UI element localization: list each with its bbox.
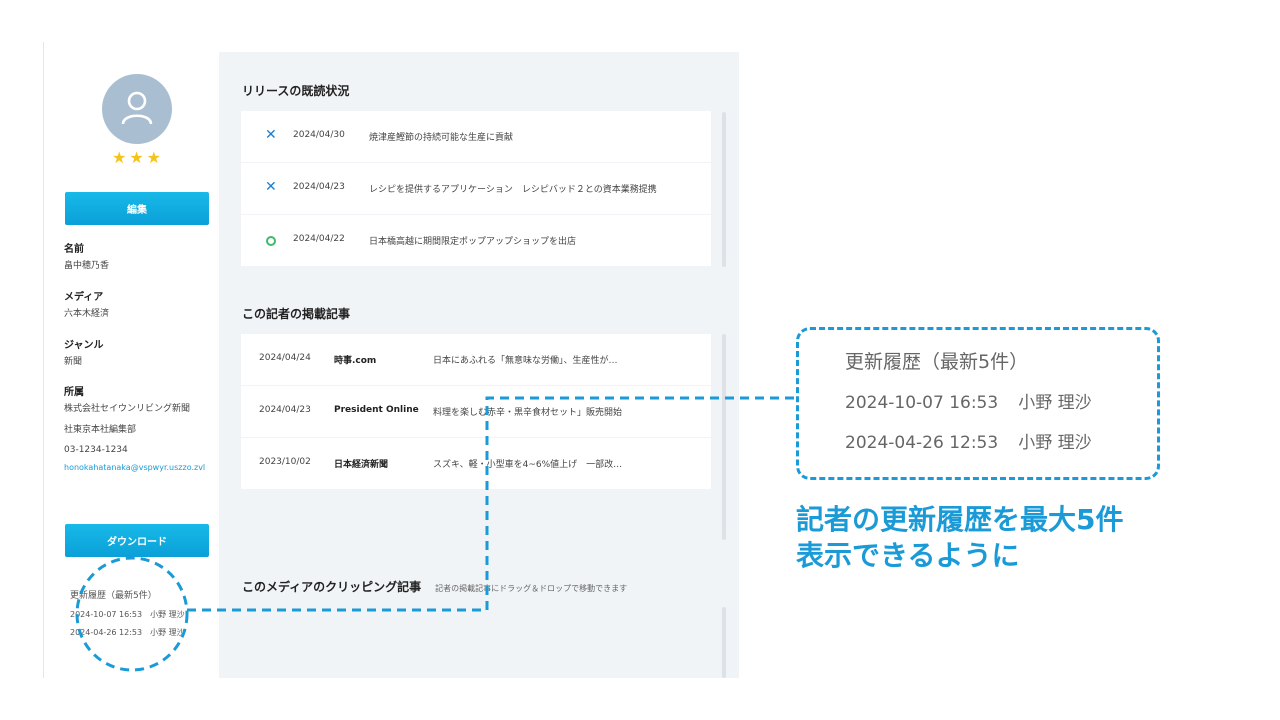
history-callout: 更新履歴（最新5件） 2024-10-07 16:53 小野 理沙 2024-04…: [796, 327, 1160, 480]
callout-datetime: 2024-10-07 16:53: [845, 393, 999, 413]
callout-user: 小野 理沙: [1018, 393, 1092, 413]
callout-row: 2024-10-07 16:53 小野 理沙: [845, 388, 1092, 413]
annotation-text: 記者の更新履歴を最大5件 表示できるように: [796, 502, 1123, 574]
callout-user: 小野 理沙: [1018, 433, 1092, 453]
annotation-line1: 記者の更新履歴を最大5件: [796, 503, 1124, 536]
annotation-line2: 表示できるように: [796, 539, 1020, 572]
callout-row: 2024-04-26 12:53 小野 理沙: [845, 428, 1092, 453]
callout-datetime: 2024-04-26 12:53: [845, 433, 999, 453]
callout-title: 更新履歴（最新5件）: [845, 351, 1029, 373]
